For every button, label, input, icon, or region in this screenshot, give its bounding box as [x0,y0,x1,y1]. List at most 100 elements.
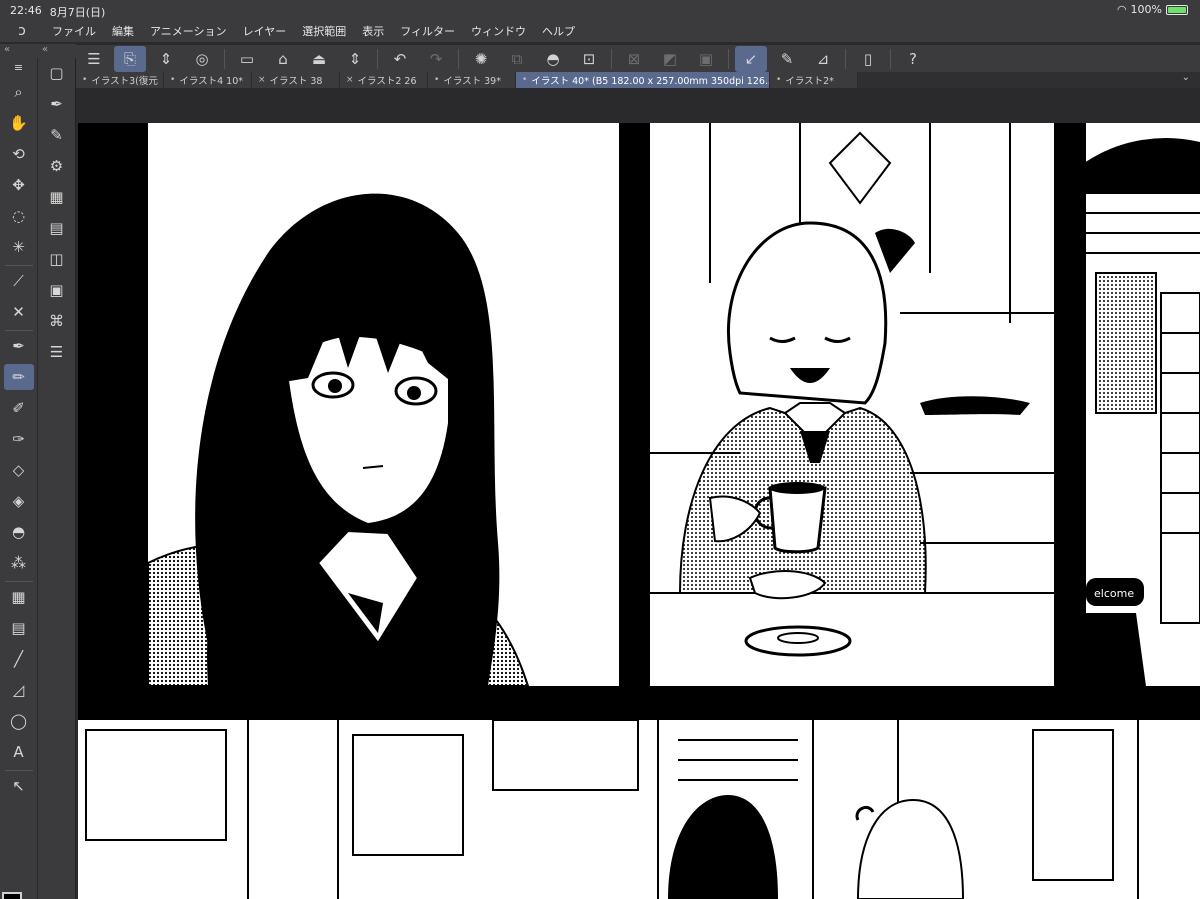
sub-animation-icon[interactable]: ▤ [42,215,72,241]
new-file-icon[interactable]: ▭ [231,46,263,72]
ruler-icon[interactable]: ◿ [4,677,34,703]
collapse-subtool-icon[interactable]: « [38,44,76,58]
status-date: 8月7日(日) [49,6,106,19]
status-time: 22:46 [10,4,42,17]
correction-icon[interactable]: ✕ [4,299,34,325]
move-icon[interactable]: ✥ [4,172,34,198]
blend-icon[interactable]: ◈ [4,488,34,514]
new-layer-icon[interactable]: ⎘ [114,45,146,72]
color-chips[interactable] [2,892,36,899]
undo-icon[interactable]: ↶ [384,46,416,72]
eraser-icon[interactable]: ◇ [4,457,34,483]
sub-layers-icon[interactable]: ☰ [42,339,72,365]
girl-illustration [148,193,530,686]
fill-icon[interactable]: ◓ [4,519,34,545]
help-icon[interactable]: ? [897,46,929,72]
girl-with-cup-illustration [650,123,1054,657]
manga-panel-center [650,123,1054,686]
wifi-icon: ◠ [1116,3,1127,16]
device-icon[interactable]: ▯ [852,46,884,72]
command-bar: ☰ ⎘ ⇕ ◎ ▭ ⌂ ⏏ ⇕ ↶ ↷ ✺ ⧉ ◓ ⊡ ⊠ ◩ ▣ ↙ ✎ ⊿ … [76,44,1200,72]
swap-icon[interactable]: ⇕ [150,46,182,72]
tab-document-active[interactable]: • イラスト 40* (B5 182.00 x 257.00mm 350dpi 1… [516,72,770,88]
collapse-toolbox-icon[interactable]: « [0,44,38,58]
tab-document[interactable]: × イラスト 38 [252,72,340,88]
chevron-down-icon[interactable]: ⌄ [1182,72,1190,83]
menu-filter[interactable]: フィルター [392,23,463,39]
manga-panel-bottom [78,720,1200,899]
sub-camera-icon[interactable]: ◫ [42,246,72,272]
text-icon[interactable]: A [4,739,34,765]
manga-panel-right: elcome [1086,123,1200,686]
select-none-icon[interactable]: ⊠ [618,46,650,72]
menu-selection[interactable]: 選択範囲 [294,23,354,39]
pencil-icon[interactable]: ✏ [3,364,34,390]
tab-document[interactable]: × イラスト2 26 [340,72,428,88]
document-tabs: • イラスト3(復元 • イラスト4 10* × イラスト 38 × イラスト2 26 … [76,72,1200,88]
svg-text:elcome: elcome [1094,587,1134,600]
menu-bar: ↄ ファイル 編集 アニメーション レイヤー 選択範囲 表示 フィルター ウィン… [0,20,1200,42]
open-icon[interactable]: ⌂ [267,46,299,72]
hand-icon[interactable]: ✋ [4,110,34,136]
lasso-icon[interactable]: ◌ [4,203,34,229]
tab-document[interactable]: • イラスト 39* [428,72,516,88]
transform-icon[interactable]: ⊡ [573,46,605,72]
pen-pressure-icon[interactable]: ↙ [735,45,767,72]
app-logo-icon[interactable]: ↄ [0,23,44,39]
tab-document[interactable]: • イラスト4 10* [164,72,252,88]
airbrush-icon[interactable]: ✑ [4,426,34,452]
tool-panel: ≡ ⌕ ✋ ⟲ ✥ ◌ ✳ ⟋ ✕ ✒ ✏ ✐ ✑ ◇ ◈ ◓ ⁂ ▦ ▤ ╱ … [0,58,38,899]
object-icon[interactable]: ↖ [4,773,34,799]
canvas-area[interactable]: elcome [76,88,1200,899]
redo-icon[interactable]: ↷ [420,46,452,72]
fill-icon[interactable]: ◓ [537,46,569,72]
save-icon[interactable]: ⏏ [303,46,335,72]
sub-layer-search-icon[interactable]: ▣ [42,277,72,303]
zoom-icon[interactable]: ⌕ [4,79,34,105]
crop-icon[interactable]: ⧉ [501,46,533,72]
main-color-swatch[interactable] [2,892,22,899]
status-bar: 22:46 8月7日(日) ◠ 100% [0,0,1200,20]
manga-panel-left [148,123,619,686]
rotate-icon[interactable]: ⟲ [4,141,34,167]
tool-property-icon[interactable]: ▢ [42,60,72,86]
menu-animation[interactable]: アニメーション [142,23,235,39]
eyedropper-icon[interactable]: ⟋ [4,268,34,294]
line-icon[interactable]: ╱ [4,646,34,672]
tab-document[interactable]: • イラスト3(復元 [76,72,164,88]
menu-window[interactable]: ウィンドウ [463,23,534,39]
sub-tool-panel: ▢ ✒ ✎ ⚙ ▦ ▤ ◫ ▣ ⌘ ☰ [38,58,76,899]
menu-view[interactable]: 表示 [354,23,392,39]
gradient-icon[interactable]: ▦ [4,584,34,610]
battery-icon [1166,4,1188,15]
menu-help[interactable]: ヘルプ [534,23,583,39]
loading-icon[interactable]: ✺ [465,46,497,72]
pen-icon[interactable]: ✒ [4,333,34,359]
menu-edit[interactable]: 編集 [104,23,142,39]
magic-wand-icon[interactable]: ✳ [4,234,34,260]
tab-document[interactable]: • イラスト2* [770,72,858,88]
brush-icon[interactable]: ✎ [771,46,803,72]
menu-file[interactable]: ファイル [44,23,104,39]
frame-icon[interactable]: ▤ [4,615,34,641]
sub-gear-icon[interactable]: ⚙ [42,153,72,179]
menu-icon[interactable]: ☰ [78,46,110,72]
invert-icon[interactable]: ◩ [654,46,686,72]
sub-layer-prop-icon[interactable]: ⌘ [42,308,72,334]
menu-layer[interactable]: レイヤー [235,23,295,39]
spiral-icon[interactable]: ◎ [186,46,218,72]
transfer-icon[interactable]: ⇕ [339,46,371,72]
frame-icon[interactable]: ▣ [690,46,722,72]
cafe-exterior-illustration: elcome [1086,138,1200,686]
sub-mapping-icon[interactable]: ✎ [42,122,72,148]
cafe-interior-illustration [85,720,1139,899]
panel-collapse-row: « « [0,44,76,58]
decoration-icon[interactable]: ⁂ [4,550,34,576]
manga-page[interactable]: elcome [78,123,1200,899]
brush-icon[interactable]: ✐ [4,395,34,421]
sub-pen-icon[interactable]: ✒ [42,91,72,117]
toolbox-menu-icon[interactable]: ≡ [4,60,34,74]
balloon-icon[interactable]: ◯ [4,708,34,734]
ruler-icon[interactable]: ⊿ [807,46,839,72]
sub-material-icon[interactable]: ▦ [42,184,72,210]
